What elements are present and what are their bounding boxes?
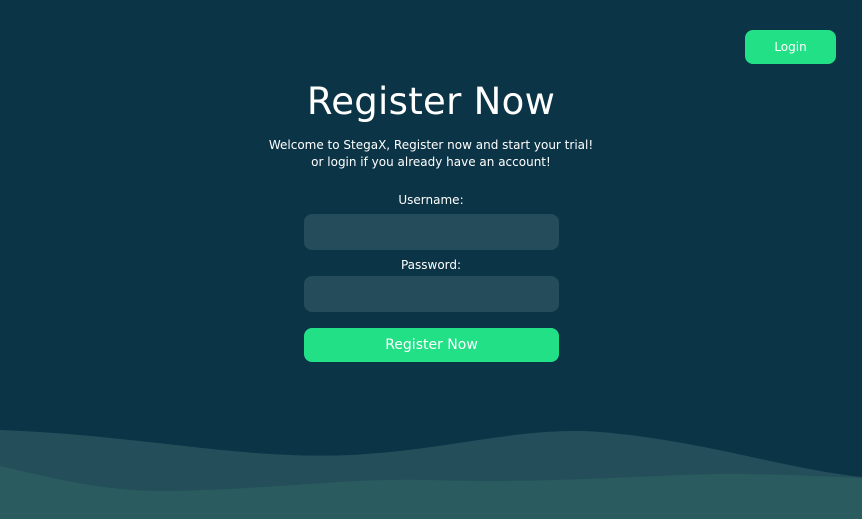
password-label: Password:: [400, 258, 462, 272]
front-wave: [0, 466, 862, 519]
register-page: Login Register Now Welcome to StegaX, Re…: [0, 0, 862, 519]
page-title: Register Now: [306, 80, 556, 123]
username-input[interactable]: [304, 214, 559, 250]
login-hint-text: or login if you already have an account!: [311, 155, 551, 169]
password-input[interactable]: [304, 276, 559, 312]
welcome-text: Welcome to StegaX, Register now and star…: [268, 138, 594, 152]
register-button[interactable]: Register Now: [304, 328, 559, 362]
username-label: Username:: [398, 193, 464, 207]
back-wave: [0, 430, 862, 519]
login-button[interactable]: Login: [745, 30, 836, 64]
